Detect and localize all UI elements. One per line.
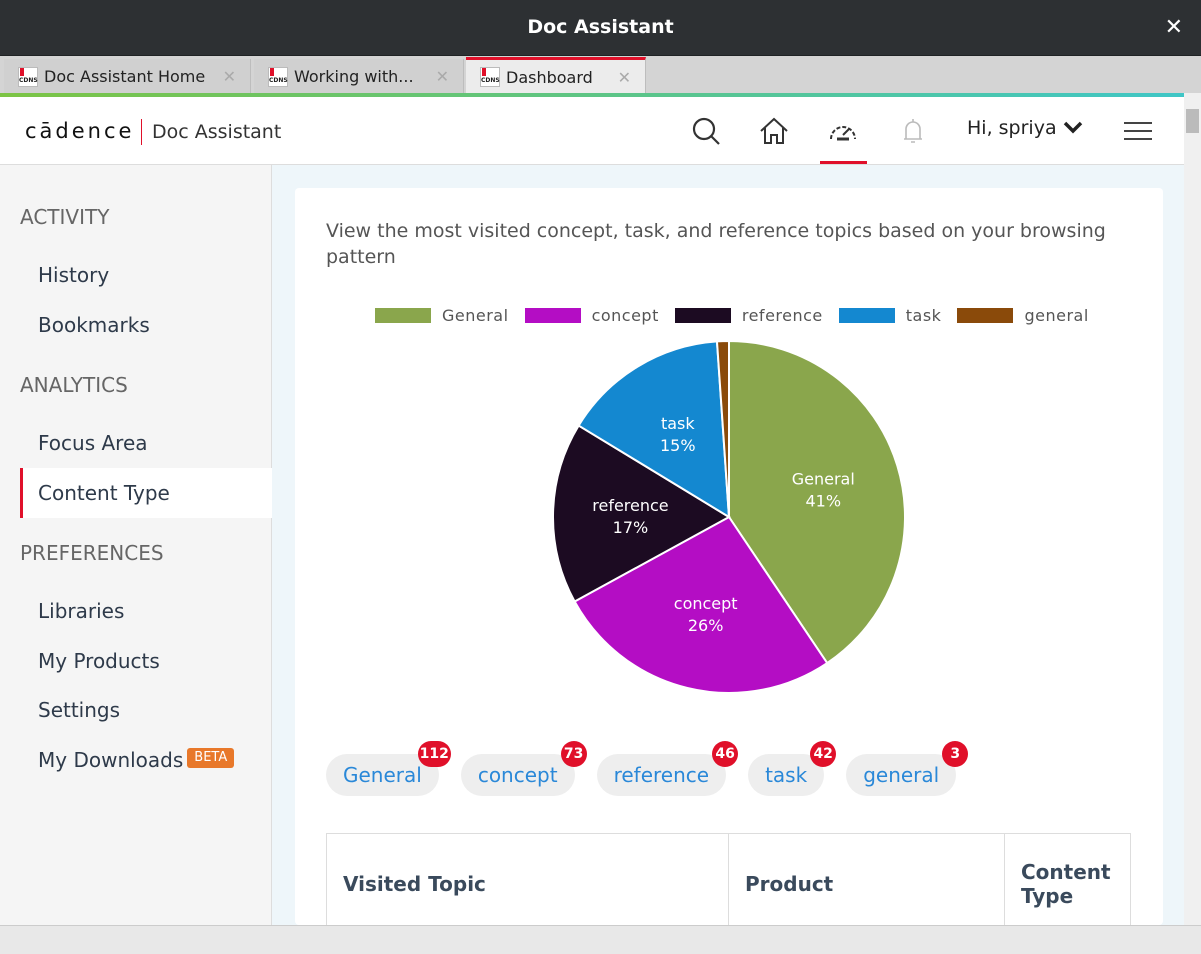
legend-item[interactable]: task bbox=[838, 306, 942, 325]
scrollbar[interactable] bbox=[1184, 93, 1201, 925]
section-activity: ACTIVITY bbox=[20, 205, 110, 229]
column-header-visited-topic[interactable]: Visited Topic bbox=[326, 833, 729, 934]
chip-label: task bbox=[765, 763, 808, 787]
slice-name-label: General bbox=[792, 469, 855, 488]
status-bar bbox=[0, 925, 1201, 954]
legend-label: task bbox=[905, 306, 942, 325]
count-badge: 73 bbox=[560, 741, 587, 767]
user-greeting: Hi, spriya bbox=[967, 117, 1057, 139]
sidebar-item-content-type[interactable]: Content Type bbox=[20, 468, 272, 518]
count-badge: 112 bbox=[417, 741, 451, 767]
slice-percent-label: 41% bbox=[805, 491, 841, 510]
chip-label: General bbox=[343, 763, 422, 787]
tab-dashboard[interactable]: CDNS Dashboard ✕ bbox=[466, 57, 646, 94]
sidebar: ACTIVITY History Bookmarks ANALYTICS Foc… bbox=[0, 165, 272, 925]
legend-swatch bbox=[957, 308, 1014, 323]
legend-item[interactable]: General bbox=[375, 306, 509, 325]
chip-general[interactable]: General 112 bbox=[326, 741, 451, 796]
tab-bar: CDNS Doc Assistant Home ✕ CDNS Working with… bbox=[0, 55, 1201, 94]
close-tab-icon[interactable]: ✕ bbox=[436, 67, 449, 86]
content-card: View the most visited concept, task, and… bbox=[295, 188, 1163, 934]
sidebar-item-my-downloads[interactable]: My Downloads BETA bbox=[20, 735, 272, 785]
slice-name-label: concept bbox=[674, 594, 738, 613]
slice-percent-label: 26% bbox=[688, 616, 724, 635]
app-name: Doc Assistant bbox=[152, 121, 282, 143]
section-analytics: ANALYTICS bbox=[20, 373, 128, 397]
cdns-favicon-icon: CDNS bbox=[18, 66, 38, 87]
legend-item[interactable]: general bbox=[957, 306, 1088, 325]
slice-percent-label: 15% bbox=[660, 436, 696, 455]
cdns-favicon-icon: CDNS bbox=[268, 66, 288, 87]
content-type-chips: General 112 concept 73 reference 46 task 42 … bbox=[326, 741, 978, 796]
tab-label: Dashboard bbox=[506, 67, 593, 87]
visited-topics-table: Visited Topic Product Content Type bbox=[326, 833, 1131, 934]
chip-task[interactable]: task 42 bbox=[748, 741, 837, 796]
beta-badge: BETA bbox=[187, 748, 235, 768]
legend-item[interactable]: concept bbox=[524, 306, 659, 325]
count-badge: 42 bbox=[810, 741, 837, 767]
pie-chart: General 41% concept 26% reference 17% task 15% bbox=[552, 339, 906, 694]
home-icon[interactable] bbox=[758, 115, 790, 147]
chip-label: reference bbox=[613, 763, 710, 787]
count-badge: 3 bbox=[942, 741, 969, 767]
chart-legend: General concept reference task general bbox=[375, 306, 1105, 325]
dashboard-icon[interactable] bbox=[827, 115, 859, 147]
tab-home[interactable]: CDNS Doc Assistant Home ✕ bbox=[4, 59, 251, 94]
legend-label: general bbox=[1024, 306, 1089, 325]
slice-percent-label: 17% bbox=[613, 518, 649, 537]
column-header-product[interactable]: Product bbox=[728, 833, 1005, 934]
description: View the most visited concept, task, and… bbox=[326, 220, 1106, 268]
legend-label: General bbox=[442, 306, 509, 325]
tab-working-with[interactable]: CDNS Working with... ✕ bbox=[254, 59, 464, 94]
count-badge: 46 bbox=[712, 741, 739, 767]
legend-swatch bbox=[524, 308, 581, 323]
legend-label: concept bbox=[591, 306, 659, 325]
legend-swatch bbox=[674, 308, 731, 323]
chip-label: general bbox=[863, 763, 940, 787]
chevron-down-icon bbox=[1063, 121, 1082, 134]
legend-swatch bbox=[375, 308, 431, 323]
chip-concept[interactable]: concept 73 bbox=[460, 741, 587, 796]
legend-item[interactable]: reference bbox=[674, 306, 823, 325]
chip-label: concept bbox=[477, 763, 558, 787]
divider bbox=[141, 119, 142, 145]
tab-label: Doc Assistant Home bbox=[44, 67, 206, 86]
close-tab-icon[interactable]: ✕ bbox=[223, 67, 236, 86]
user-menu[interactable]: Hi, spriya bbox=[967, 117, 1083, 139]
app-header: cādence Doc Assistant Hi, spriya bbox=[0, 97, 1184, 165]
column-header-content-type[interactable]: Content Type bbox=[1004, 833, 1131, 934]
sidebar-item-libraries[interactable]: Libraries bbox=[20, 586, 272, 636]
chip-general-lower[interactable]: general 3 bbox=[846, 741, 969, 796]
tab-label: Working with... bbox=[294, 67, 414, 86]
legend-label: reference bbox=[741, 306, 823, 325]
cadence-logo: cādence bbox=[25, 119, 135, 143]
sidebar-item-bookmarks[interactable]: Bookmarks bbox=[20, 300, 272, 350]
window-title: Doc Assistant bbox=[527, 16, 674, 38]
menu-icon[interactable] bbox=[1122, 115, 1154, 147]
window-titlebar: Doc Assistant ✕ bbox=[0, 0, 1201, 55]
cdns-favicon-icon: CDNS bbox=[480, 67, 500, 87]
close-icon[interactable]: ✕ bbox=[1165, 0, 1183, 55]
legend-swatch bbox=[838, 308, 895, 323]
search-icon[interactable] bbox=[690, 115, 722, 147]
sidebar-item-my-products[interactable]: My Products bbox=[20, 636, 272, 686]
slice-name-label: task bbox=[661, 414, 695, 433]
item-label: My Downloads bbox=[38, 748, 184, 772]
section-preferences: PREFERENCES bbox=[20, 541, 164, 565]
chip-reference[interactable]: reference 46 bbox=[596, 741, 739, 796]
scrollbar-thumb[interactable] bbox=[1186, 109, 1199, 133]
active-nav-indicator bbox=[820, 161, 867, 164]
sidebar-item-settings[interactable]: Settings bbox=[20, 685, 272, 735]
sidebar-item-history[interactable]: History bbox=[20, 250, 272, 300]
sidebar-item-focus-area[interactable]: Focus Area bbox=[20, 418, 272, 468]
slice-name-label: reference bbox=[592, 496, 668, 515]
bell-icon[interactable] bbox=[897, 115, 929, 147]
close-tab-icon[interactable]: ✕ bbox=[618, 68, 631, 87]
